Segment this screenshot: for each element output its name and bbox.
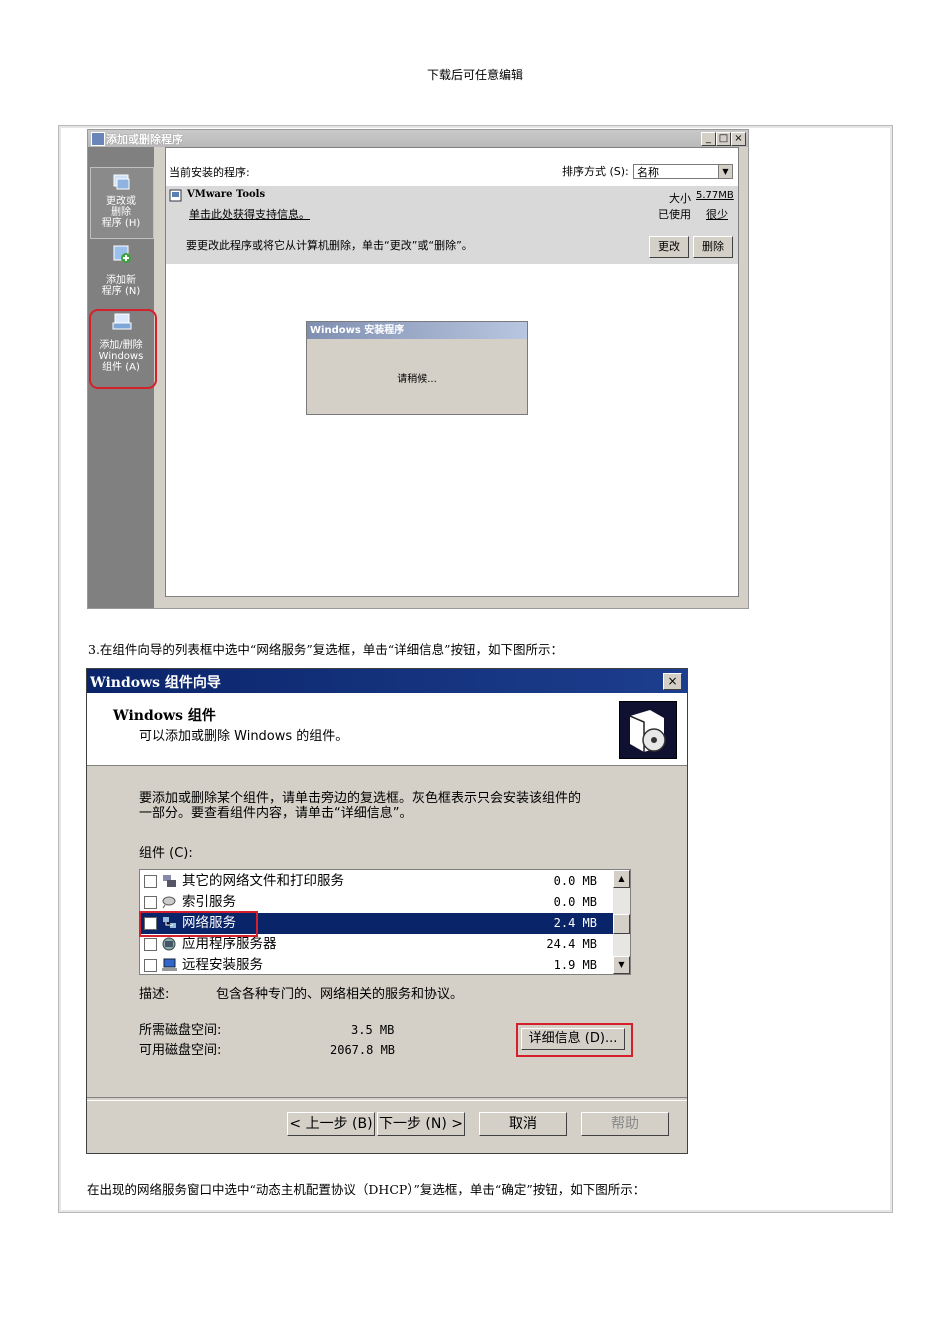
checkbox[interactable] bbox=[144, 896, 157, 909]
list-item[interactable]: 应用程序服务器 24.4 MB bbox=[140, 934, 613, 955]
title-bar: 添加或删除程序 _ □ × bbox=[88, 130, 748, 147]
checkbox[interactable] bbox=[144, 959, 157, 972]
component-size: 24.4 MB bbox=[546, 937, 597, 951]
list-item[interactable]: 索引服务 0.0 MB bbox=[140, 892, 613, 913]
size-value: 5.77MB bbox=[696, 190, 734, 201]
help-button[interactable]: 帮助 bbox=[581, 1112, 669, 1136]
sidebar-label-line: 删除 bbox=[111, 207, 131, 218]
windows-setup-dialog: Windows 安装程序 请稍候... bbox=[306, 321, 528, 415]
component-name: 应用程序服务器 bbox=[182, 936, 277, 952]
scrollbar[interactable]: ▲ ▼ bbox=[613, 870, 630, 974]
window-title: Windows 组件向导 bbox=[90, 675, 221, 691]
change-button[interactable]: 更改 bbox=[649, 236, 689, 258]
remove-button[interactable]: 删除 bbox=[693, 236, 733, 258]
window-title: 添加或删除程序 bbox=[106, 133, 183, 146]
header-note: 下载后可任意编辑 bbox=[426, 68, 523, 82]
component-size: 1.9 MB bbox=[553, 958, 597, 972]
scroll-down-icon[interactable]: ▼ bbox=[613, 956, 630, 974]
description-label: 描述: bbox=[139, 987, 170, 1002]
list-item[interactable]: 其它的网络文件和打印服务 0.0 MB bbox=[140, 871, 613, 892]
sort-value: 名称 bbox=[637, 166, 659, 179]
support-info-link[interactable]: 单击此处获得支持信息。 bbox=[189, 206, 310, 222]
available-space-value: 2067.8 MB bbox=[330, 1043, 396, 1057]
checkbox[interactable] bbox=[144, 938, 157, 951]
component-size: 0.0 MB bbox=[553, 895, 597, 909]
component-name: 远程安装服务 bbox=[182, 957, 263, 973]
cd-box-icon bbox=[619, 701, 677, 759]
component-name: 索引服务 bbox=[182, 894, 236, 910]
description-text: 包含各种专门的、网络相关的服务和协议。 bbox=[216, 987, 464, 1002]
program-instruction: 要更改此程序或将它从计算机删除，单击“更改”或“删除”。 bbox=[186, 239, 473, 252]
wizard-header: Windows 组件 可以添加或删除 Windows 的组件。 bbox=[87, 693, 687, 766]
size-label: 大小 bbox=[669, 192, 691, 205]
setup-dialog-message: 请稍候... bbox=[397, 374, 437, 385]
current-programs-label: 当前安装的程序: bbox=[169, 166, 250, 179]
list-item[interactable]: 远程安装服务 1.9 MB bbox=[140, 955, 613, 974]
application-server-icon bbox=[162, 937, 176, 951]
closing-text: 在出现的网络服务窗口中选中“动态主机配置协议（DHCP）”复选框，单击“确定”按… bbox=[87, 1182, 646, 1197]
close-button[interactable]: × bbox=[663, 673, 682, 690]
highlight-oval bbox=[89, 309, 157, 389]
heading: Windows 组件 bbox=[113, 708, 216, 724]
setup-dialog-title: Windows 安装程序 bbox=[307, 322, 527, 339]
step3-text: 3.在组件向导的列表框中选中“网络服务”复选框，单击“详细信息”按钮，如下图所示… bbox=[88, 642, 563, 657]
program-row-vmware-tools[interactable]: VMware Tools 单击此处获得支持信息。 大小 5.77MB 已使用 很… bbox=[166, 186, 738, 264]
app-icon bbox=[91, 132, 105, 146]
used-value: 很少 bbox=[706, 208, 728, 221]
sidebar-label-line: 程序 (N) bbox=[101, 286, 141, 297]
close-button[interactable]: × bbox=[731, 132, 746, 146]
sidebar-label-line: 添加新 bbox=[106, 275, 136, 286]
instruction-line1: 要添加或删除某个组件，请单击旁边的复选框。灰色框表示只会安装该组件的 bbox=[139, 791, 582, 806]
cancel-button[interactable]: 取消 bbox=[479, 1112, 567, 1136]
available-space-label: 可用磁盘空间: bbox=[139, 1043, 222, 1058]
divider bbox=[87, 1097, 687, 1101]
used-label: 已使用 bbox=[658, 208, 691, 221]
programs-icon bbox=[113, 174, 130, 190]
sort-label: 排序方式 (S): bbox=[562, 165, 629, 178]
sidebar-label-line: 程序 (H) bbox=[101, 218, 141, 229]
sort-select[interactable]: 名称 ▼ bbox=[633, 164, 733, 179]
component-size: 0.0 MB bbox=[553, 874, 597, 888]
program-icon bbox=[169, 189, 182, 202]
network-printer-icon bbox=[163, 875, 176, 887]
chevron-down-icon[interactable]: ▼ bbox=[718, 165, 732, 178]
required-space-label: 所需磁盘空间: bbox=[139, 1023, 222, 1038]
sidebar: 更改或 删除 程序 (H) 添加新 程序 (N) 添加/删除 Windows 组… bbox=[88, 147, 157, 608]
add-remove-programs-window: 添加或删除程序 _ □ × 更改或 删除 程序 (H) 添加新 程序 (N) 添… bbox=[87, 129, 749, 609]
back-button[interactable]: < 上一步 (B) bbox=[287, 1112, 375, 1136]
next-button[interactable]: 下一步 (N) > bbox=[377, 1112, 465, 1136]
windows-component-wizard: Windows 组件向导 × Windows 组件 可以添加或删除 Window… bbox=[86, 668, 688, 1154]
add-program-icon bbox=[113, 245, 131, 263]
component-size: 2.4 MB bbox=[553, 916, 597, 930]
subheading: 可以添加或删除 Windows 的组件。 bbox=[139, 729, 349, 744]
scroll-thumb[interactable] bbox=[613, 914, 630, 934]
remote-install-icon bbox=[162, 958, 177, 971]
instruction-line2: 一部分。要查看组件内容，请单击“详细信息”。 bbox=[139, 806, 413, 821]
details-button[interactable]: 详细信息 (D)... bbox=[521, 1028, 625, 1050]
checkbox[interactable] bbox=[144, 875, 157, 888]
title-bar: Windows 组件向导 bbox=[87, 669, 687, 693]
sidebar-label-line: 更改或 bbox=[106, 196, 136, 207]
component-name: 其它的网络文件和打印服务 bbox=[182, 873, 344, 889]
components-label: 组件 (C): bbox=[139, 846, 193, 861]
program-name: VMware Tools bbox=[187, 189, 266, 200]
index-service-icon bbox=[162, 896, 176, 909]
scroll-up-icon[interactable]: ▲ bbox=[613, 870, 630, 888]
highlight-box bbox=[139, 911, 258, 937]
required-space-value: 3.5 MB bbox=[351, 1023, 395, 1037]
minimize-button[interactable]: _ bbox=[701, 132, 716, 146]
maximize-button[interactable]: □ bbox=[716, 132, 731, 146]
